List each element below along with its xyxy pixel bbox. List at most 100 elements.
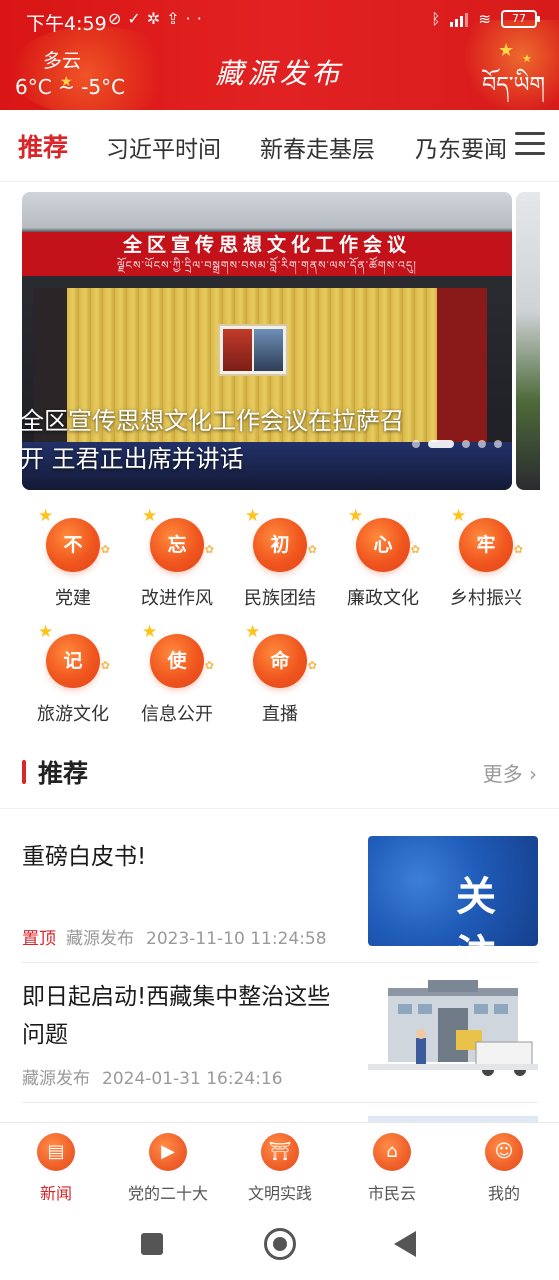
category-label: 党建 xyxy=(55,588,91,609)
category-rural-revitalization[interactable]: 牢 乡村振兴 xyxy=(436,508,536,610)
bluetooth-icon: ᛒ xyxy=(431,10,441,28)
gate-icon: ⛩ xyxy=(261,1133,299,1171)
divider xyxy=(22,962,538,963)
more-dots-icon: ·· xyxy=(185,9,208,28)
pinned-badge: 置顶 xyxy=(22,929,56,949)
signal-icon xyxy=(450,11,469,27)
upload-icon: ⇪ xyxy=(166,9,186,28)
check-icon: ✓ xyxy=(127,9,147,28)
home-button[interactable] xyxy=(264,1228,296,1260)
news-thumbnail xyxy=(368,978,538,1088)
category-icon: 初 xyxy=(245,508,317,572)
recent-apps-button[interactable] xyxy=(141,1233,163,1255)
category-icon: 忘 xyxy=(142,508,214,572)
divider xyxy=(0,808,559,809)
news-meta: 置顶 藏源发布 2023-11-10 11:24:58 xyxy=(22,924,327,949)
building-illustration xyxy=(368,980,538,1076)
chevron-right-icon: › xyxy=(529,762,537,786)
news-carousel[interactable]: 全区宣传思想文化工作会议 ལྗོངས་ཡོངས་ཀྱི་དྲིལ་བསྒྲགས་… xyxy=(22,192,540,492)
back-button[interactable] xyxy=(394,1231,416,1257)
nav-label: 市民云 xyxy=(367,1184,416,1203)
battery-icon: 77 xyxy=(501,10,540,28)
portrait-image xyxy=(218,324,288,376)
news-item[interactable]: 重磅白皮书! 置顶藏源发布 2023-11-10 11:24:58 关注 xyxy=(22,836,538,949)
tab-naidong-news[interactable]: 乃东要闻 xyxy=(415,130,507,164)
category-info-disclosure[interactable]: 使 信息公开 xyxy=(127,624,227,726)
people-icon: ⌂ xyxy=(373,1133,411,1171)
video-icon: ▶ xyxy=(149,1133,187,1171)
thumbnail-text: 关注 xyxy=(456,874,502,946)
nav-civilization-practice[interactable]: ⛩ 文明实践 xyxy=(225,1133,335,1204)
app-header: ★ ★ ★ 下午4:59 ⊘✓✲⇪·· ᛒ ≋ 77 多云 6°C ~ -5°C… xyxy=(0,0,559,110)
newspaper-icon: ▤ xyxy=(37,1133,75,1171)
category-label: 旅游文化 xyxy=(37,704,109,725)
category-label: 信息公开 xyxy=(141,704,213,725)
news-item[interactable]: 即日起启动!西藏集中整治这些问题 藏源发布 2024-01-31 16:24:16 xyxy=(22,976,538,1089)
category-clean-government[interactable]: 心 廉政文化 xyxy=(333,508,433,610)
wifi-icon: ≋ xyxy=(478,10,491,28)
tab-xi-time[interactable]: 习近平时间 xyxy=(106,130,221,164)
category-party-building[interactable]: 不 党建 xyxy=(23,508,123,610)
news-meta: 藏源发布 2024-01-31 16:24:16 xyxy=(22,1064,283,1089)
news-time: 2024-01-31 16:24:16 xyxy=(102,1069,283,1089)
nav-label: 文明实践 xyxy=(247,1184,312,1203)
category-icon: 不 xyxy=(38,508,110,572)
news-time: 2023-11-10 11:24:58 xyxy=(146,929,327,949)
carousel-dot xyxy=(412,440,420,448)
category-icon: 记 xyxy=(38,624,110,688)
channel-tab-bar: 推荐 习近平时间 新春走基层 乃东要闻 xyxy=(0,110,559,182)
app-title: 藏源发布 xyxy=(215,57,344,90)
slide-caption: 全区宣传思想文化工作会议在拉萨召开 王君正出席并讲话 xyxy=(22,407,404,473)
news-source: 藏源发布 xyxy=(66,929,134,949)
category-improve-style[interactable]: 忘 改进作风 xyxy=(127,508,227,610)
category-icon: 心 xyxy=(348,508,420,572)
category-label: 乡村振兴 xyxy=(450,588,522,609)
nav-label: 新闻 xyxy=(39,1184,72,1203)
menu-icon[interactable] xyxy=(515,132,545,156)
status-right: ᛒ ≋ 77 xyxy=(431,10,540,28)
news-thumbnail: 关注 xyxy=(368,836,538,946)
carousel-slide[interactable]: 全区宣传思想文化工作会议 ལྗོངས་ཡོངས་ཀྱི་དྲིལ་བསྒྲགས་… xyxy=(22,192,512,490)
nav-label: 我的 xyxy=(487,1184,520,1203)
category-label: 廉政文化 xyxy=(347,588,419,609)
banner-tibetan-text: ལྗོངས་ཡོངས་ཀྱི་དྲིལ་བསྒྲགས་བསམ་བློ་རིག་ག… xyxy=(117,259,417,272)
category-tourism-culture[interactable]: 记 旅游文化 xyxy=(23,624,123,726)
tab-spring-grassroots[interactable]: 新春走基层 xyxy=(260,130,375,164)
category-label: 民族团结 xyxy=(244,588,316,609)
status-bar: 下午4:59 ⊘✓✲⇪·· ᛒ ≋ 77 xyxy=(0,0,559,40)
category-label: 直播 xyxy=(262,704,298,725)
stage-wall xyxy=(437,288,487,458)
category-icon: 命 xyxy=(245,624,317,688)
nav-party-congress[interactable]: ▶ 党的二十大 xyxy=(113,1133,223,1204)
carousel-next-slide-peek[interactable] xyxy=(516,192,540,490)
bottom-navigation: ▤ 新闻 ▶ 党的二十大 ⛩ 文明实践 ⌂ 市民云 ☺ 我的 xyxy=(0,1122,559,1210)
tab-recommend[interactable]: 推荐 xyxy=(18,128,68,164)
nav-mine[interactable]: ☺ 我的 xyxy=(449,1133,559,1204)
settings-icon: ✲ xyxy=(146,9,167,28)
section-accent-bar xyxy=(22,760,26,784)
system-navigation-bar xyxy=(0,1210,559,1280)
nav-citizen-cloud[interactable]: ⌂ 市民云 xyxy=(337,1133,447,1204)
banner-text: 全区宣传思想文化工作会议 xyxy=(122,234,411,256)
category-icon: 使 xyxy=(142,624,214,688)
person-icon: ☺ xyxy=(485,1133,523,1171)
category-icon: 牢 xyxy=(451,508,523,572)
news-title: 重磅白皮书! xyxy=(22,844,147,870)
carousel-indicator xyxy=(412,440,502,448)
carousel-dot xyxy=(462,440,470,448)
section-title: 推荐 xyxy=(38,759,89,788)
tibetan-logo: བོད་ཡིག xyxy=(482,73,545,98)
status-time: 下午4:59 xyxy=(26,13,107,35)
nav-label: 党的二十大 xyxy=(127,1184,208,1203)
more-label: 更多 xyxy=(482,762,523,786)
notification-icons: ⊘✓✲⇪·· xyxy=(108,9,208,28)
category-ethnic-unity[interactable]: 初 民族团结 xyxy=(230,508,330,610)
carousel-dot xyxy=(494,440,502,448)
news-source: 藏源发布 xyxy=(22,1069,90,1089)
more-link[interactable]: 更多 › xyxy=(483,758,537,787)
nav-news[interactable]: ▤ 新闻 xyxy=(1,1133,111,1204)
news-title: 即日起启动!西藏集中整治这些问题 xyxy=(22,984,331,1048)
conference-banner: 全区宣传思想文化工作会议 ལྗོངས་ཡོངས་ཀྱི་དྲིལ་བསྒྲགས་… xyxy=(22,232,512,276)
category-live[interactable]: 命 直播 xyxy=(230,624,330,726)
divider xyxy=(22,1102,538,1103)
